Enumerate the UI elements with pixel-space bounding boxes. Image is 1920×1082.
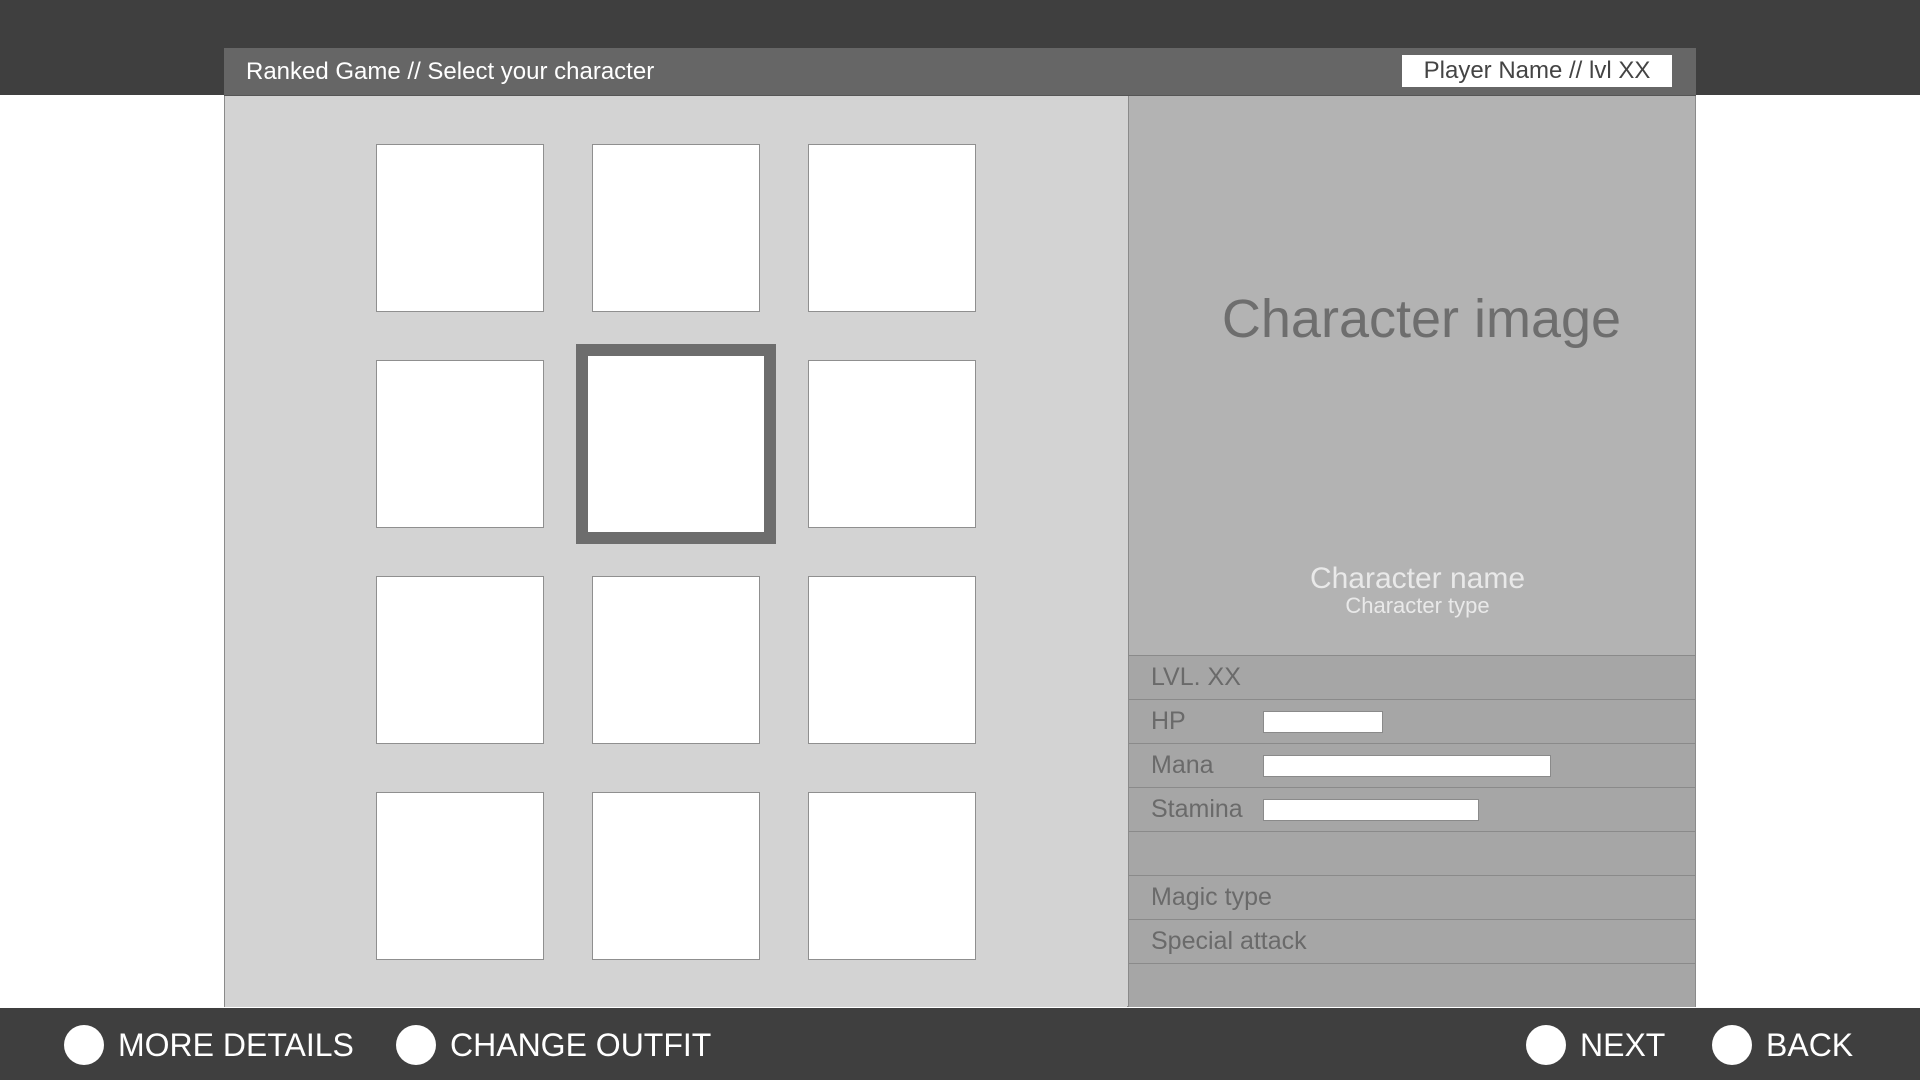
more-details-button-icon [64,1025,104,1065]
character-slot-8[interactable] [592,576,760,744]
mana-bar [1263,755,1551,777]
mana-label: Mana [1151,751,1214,779]
character-slot-9[interactable] [808,576,976,744]
level-label: LVL. XX [1151,663,1241,691]
character-info-panel: Character image Character name Character… [1128,96,1695,1007]
back-label: BACK [1766,1027,1854,1063]
character-type: Character type [1345,593,1490,618]
character-slot-6[interactable] [808,360,976,528]
character-name: Character name [1309,562,1526,595]
next-button-icon [1526,1025,1566,1065]
character-slot-12[interactable] [808,792,976,960]
character-slot-5-selected[interactable] [576,344,776,544]
character-image-placeholder: Character image [1221,289,1622,349]
character-slot-10[interactable] [376,792,544,960]
character-slot-1[interactable] [376,144,544,312]
stamina-label: Stamina [1151,795,1243,823]
character-slot-7[interactable] [376,576,544,744]
hp-label: HP [1151,707,1186,735]
character-slot-3[interactable] [808,144,976,312]
stat-row-footer [1129,963,1695,1007]
back-button-icon [1712,1025,1752,1065]
more-details-label: MORE DETAILS [118,1027,354,1063]
character-slot-4[interactable] [376,360,544,528]
footer-bar: MORE DETAILS CHANGE OUTFIT NEXT BACK [0,1008,1920,1080]
next-label: NEXT [1580,1027,1666,1063]
player-name-badge: Player Name // lvl XX [1402,55,1672,87]
stat-row-special-attack: Special attack [1129,919,1695,963]
stamina-bar [1263,799,1479,821]
special-attack-label: Special attack [1151,927,1307,955]
page-title: Ranked Game // Select your character [246,58,655,85]
character-slot-2[interactable] [592,144,760,312]
character-slot-11[interactable] [592,792,760,960]
header-bar: Ranked Game // Select your character Pla… [224,48,1696,96]
stat-row-mana: Mana [1129,743,1695,787]
stat-row-stamina: Stamina [1129,787,1695,831]
stat-row-level: LVL. XX [1129,655,1695,699]
stat-row-magic-type: Magic type [1129,875,1695,919]
change-outfit-label: CHANGE OUTFIT [450,1027,712,1063]
hp-bar [1263,711,1383,733]
stat-row-hp: HP [1129,699,1695,743]
character-grid [225,96,1127,1007]
magic-type-label: Magic type [1151,883,1272,911]
change-outfit-button-icon [396,1025,436,1065]
stat-row-empty [1129,831,1695,875]
